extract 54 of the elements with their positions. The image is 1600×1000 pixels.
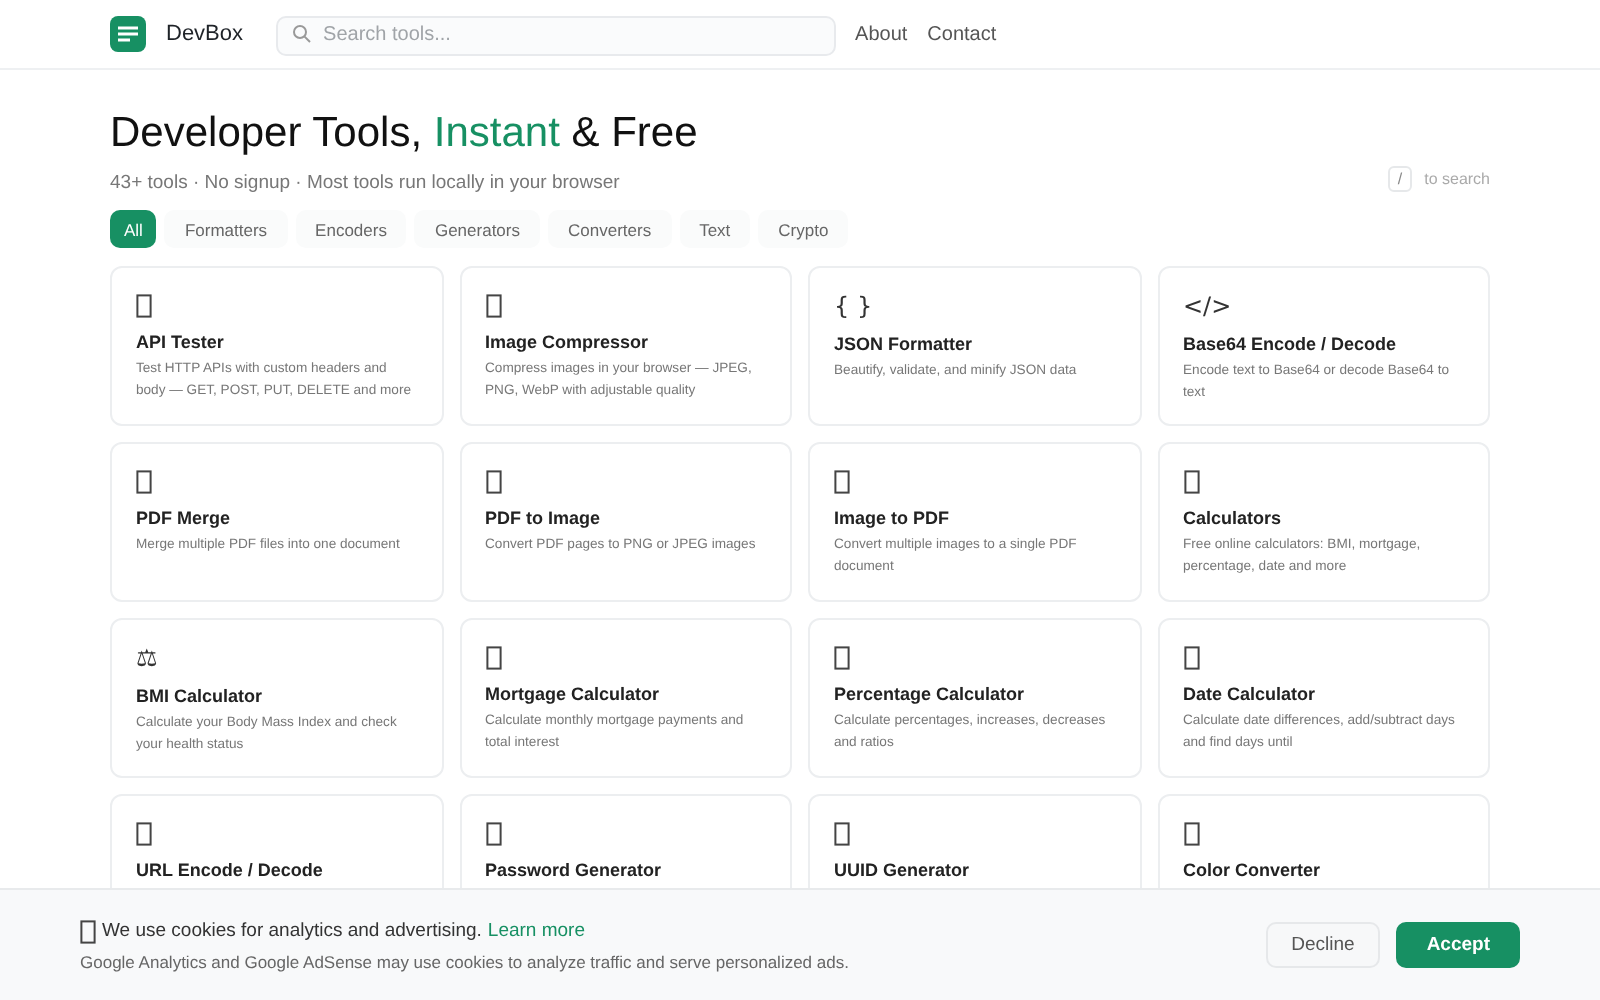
tool-glyph: </>	[1183, 292, 1234, 320]
shortcut-hint: to search	[1424, 170, 1490, 188]
missing-glyph-icon	[80, 920, 96, 944]
missing-glyph-icon	[485, 646, 501, 670]
filter-tab[interactable]: Converters	[548, 210, 672, 248]
tool-title: UUID Generator	[834, 860, 972, 880]
tool-title: Color Converter	[1183, 860, 1323, 880]
missing-glyph-icon	[1183, 470, 1199, 494]
logo-icon[interactable]	[110, 16, 146, 52]
brand-name: DevBox	[166, 22, 244, 46]
missing-glyph-icon	[136, 470, 152, 494]
missing-glyph-icon	[485, 822, 501, 846]
filter-tab[interactable]: Crypto	[758, 210, 849, 248]
missing-glyph-icon	[136, 822, 152, 846]
tool-title: PDF to Image	[485, 508, 603, 528]
missing-glyph-icon	[834, 822, 850, 846]
decline-button[interactable]: Decline	[1265, 922, 1381, 968]
missing-glyph-icon	[1183, 822, 1199, 846]
shortcut-key: /	[1387, 166, 1413, 192]
missing-glyph-icon	[485, 470, 501, 494]
nav-link[interactable]: About	[855, 23, 908, 45]
learn-more-link[interactable]: Learn more	[487, 920, 586, 942]
tool-glyph: ⚖	[136, 644, 160, 672]
tool-title: PDF Merge	[136, 508, 233, 528]
accept-button[interactable]: Accept	[1396, 922, 1520, 968]
tool-title: URL Encode / Decode	[136, 860, 325, 880]
missing-glyph-icon	[1183, 646, 1199, 670]
tool-title: Date Calculator	[1183, 684, 1318, 704]
tool-title: Percentage Calculator	[834, 684, 1027, 704]
search-icon	[291, 24, 312, 44]
filter-tab[interactable]: Generators	[414, 210, 540, 248]
tool-title: Base64 Encode / Decode	[1183, 334, 1399, 354]
tool-title: API Tester	[136, 332, 226, 352]
filter-tab[interactable]: Formatters	[164, 210, 288, 248]
tool-title: Password Generator	[485, 860, 664, 880]
missing-glyph-icon	[485, 294, 501, 318]
cookie-detail: Google Analytics and Google AdSense may use cookies to analyze traffic and serve personalized ads.	[80, 952, 849, 972]
page-subtitle: 43+ tools · No signup · Most tools run locally in your browser	[110, 172, 620, 194]
tool-title: Mortgage Calculator	[485, 684, 662, 704]
filter-tab[interactable]: Encoders	[295, 210, 407, 248]
tool-title: Image Compressor	[485, 332, 651, 352]
missing-glyph-icon	[834, 646, 850, 670]
tool-title: Image to PDF	[834, 508, 952, 528]
nav-link[interactable]: Contact	[927, 23, 997, 45]
missing-glyph-icon	[136, 294, 152, 318]
missing-glyph-icon	[834, 470, 850, 494]
tool-glyph: { }	[834, 292, 875, 320]
tool-title: Calculators	[1183, 508, 1284, 528]
page-title: Developer Tools, Instant & Free	[110, 110, 698, 158]
filter-tab[interactable]: Text	[679, 210, 751, 248]
tool-title: BMI Calculator	[136, 686, 265, 706]
tool-title: JSON Formatter	[834, 334, 975, 354]
search-field[interactable]: Search tools...	[275, 15, 836, 55]
filter-tab[interactable]: All	[110, 210, 157, 248]
